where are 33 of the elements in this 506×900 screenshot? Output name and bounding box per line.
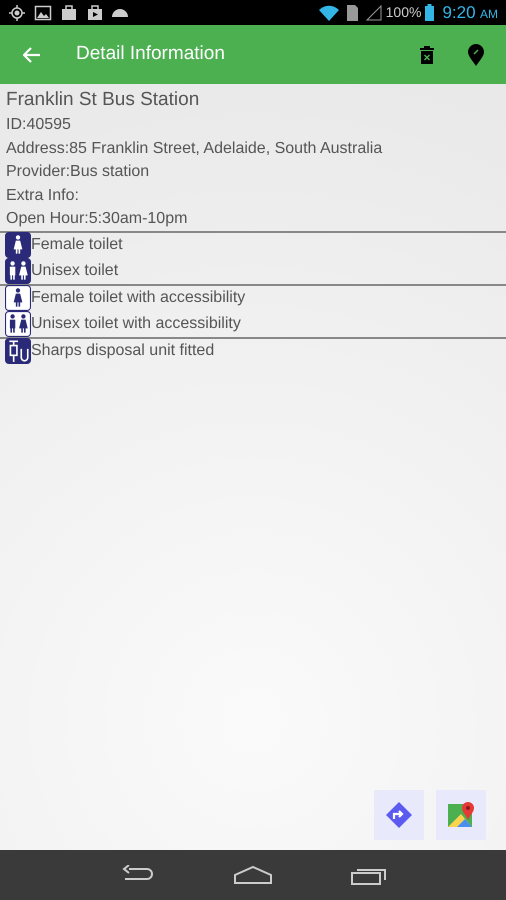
facility-label: Unisex toilet with accessibility [31, 314, 241, 334]
facility-label: Female toilet [31, 235, 123, 256]
facility-label: Unisex toilet [31, 260, 118, 281]
battery-icon [425, 4, 434, 21]
sim-icon [346, 4, 358, 20]
directions-icon [385, 801, 413, 829]
map-pin-icon [468, 44, 484, 66]
battery-percent: 100% [386, 3, 422, 22]
detail-line: Address:85 Franklin Street, Adelaide, South Australia [5, 138, 384, 158]
station-name: Franklin St Bus Station [5, 88, 200, 112]
back-arrow-icon [23, 46, 41, 64]
facility-label: Female toilet with accessibility [31, 288, 246, 308]
facility-label: Sharps disposal unit fitted [31, 341, 214, 362]
wifi-icon [318, 4, 339, 20]
location-icon [8, 4, 26, 22]
map-pin-button[interactable] [468, 44, 484, 66]
map-icon [447, 801, 475, 829]
maps-button[interactable] [436, 790, 486, 840]
detail-line: ID:40595 [5, 115, 72, 135]
home-nav-button[interactable] [233, 865, 273, 885]
detail-line: Open Hour:5:30am-10pm [5, 209, 188, 229]
delete-icon [420, 46, 434, 64]
bag-icon [86, 4, 104, 22]
detail-line: Extra Info: [5, 186, 80, 206]
detail-line: Provider:Bus station [5, 162, 150, 182]
screen-title: Detail Information [76, 42, 226, 66]
bag-icon [60, 4, 78, 22]
image-icon [34, 4, 52, 22]
clock: 9:20 AM [442, 2, 498, 24]
directions-button[interactable] [374, 790, 424, 840]
delete-button[interactable] [420, 46, 434, 64]
home-nav-icon [233, 865, 273, 885]
signal-icon [366, 4, 382, 20]
